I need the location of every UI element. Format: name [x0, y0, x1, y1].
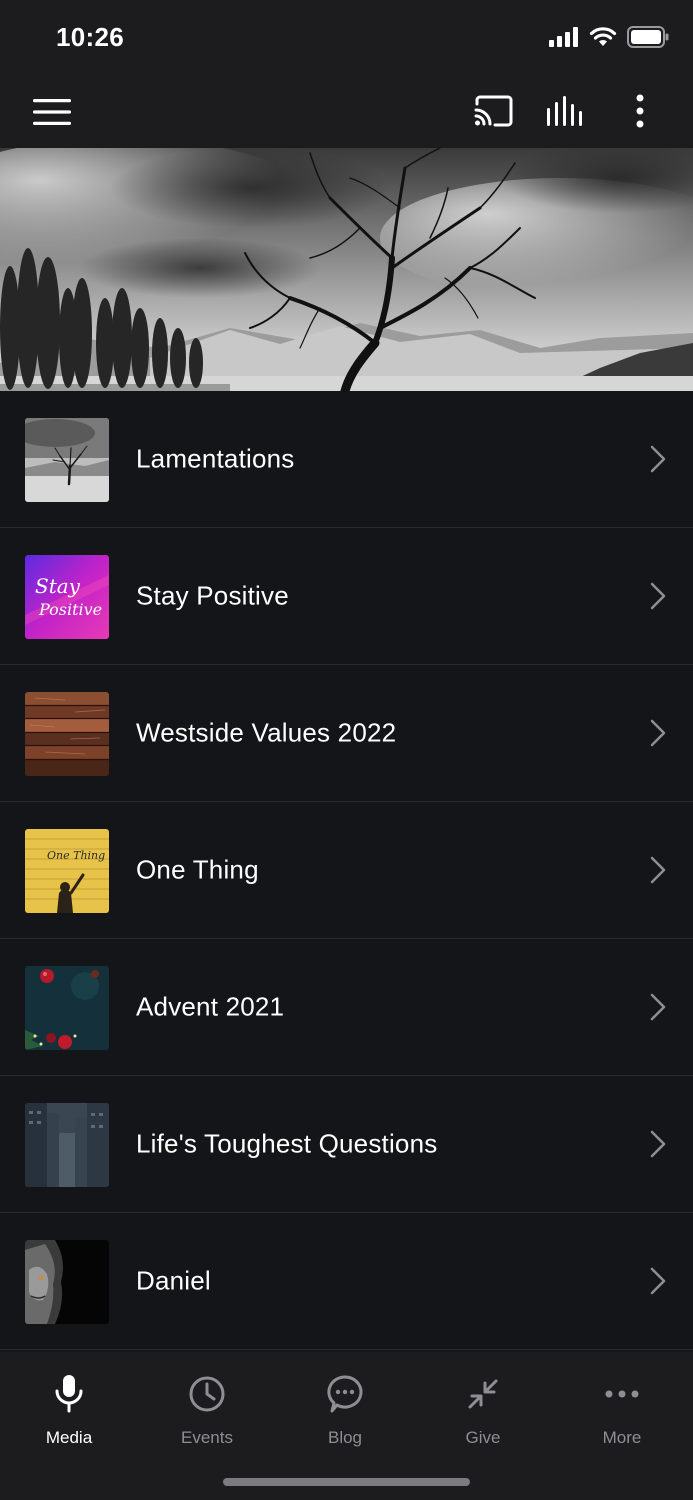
status-indicators: [549, 26, 669, 48]
one-thing-thumbnail-image: One Thing: [25, 829, 109, 913]
series-thumbnail: [25, 1240, 109, 1324]
thumb-text-one-thing: One Thing: [47, 849, 105, 862]
lone-tree-thumbnail-image: [25, 418, 109, 502]
tab-more[interactable]: More: [553, 1374, 691, 1448]
status-bar: 10:26: [0, 0, 693, 74]
series-title: Advent 2021: [136, 991, 285, 1022]
clock-icon: [187, 1374, 227, 1414]
series-item-stay-positive[interactable]: Stay Positive Stay Positive: [0, 528, 693, 665]
more-options-button[interactable]: [618, 90, 662, 132]
chevron-right-icon: [650, 445, 666, 473]
tab-events[interactable]: Events: [138, 1374, 276, 1448]
series-thumbnail: Stay Positive: [25, 555, 109, 639]
series-title: One Thing: [136, 854, 259, 885]
top-nav-bar: [0, 74, 693, 148]
series-title: Westside Values 2022: [136, 717, 397, 748]
menu-button[interactable]: [30, 92, 74, 132]
battery-icon: [627, 26, 669, 48]
tab-label: Events: [181, 1428, 233, 1447]
series-title: Stay Positive: [136, 580, 289, 611]
series-thumbnail: [25, 966, 109, 1050]
series-thumbnail: One Thing: [25, 829, 109, 913]
tab-label: Media: [45, 1428, 93, 1447]
hamburger-menu-icon: [33, 99, 71, 125]
series-thumbnail: [25, 1103, 109, 1187]
audio-button[interactable]: [544, 90, 588, 132]
series-item-lifes-toughest-questions[interactable]: Life's Toughest Questions: [0, 1076, 693, 1213]
chat-bubble-icon: [325, 1374, 365, 1414]
microphone-icon: [49, 1374, 89, 1414]
chevron-right-icon: [650, 719, 666, 747]
series-item-advent-2021[interactable]: Advent 2021: [0, 939, 693, 1076]
series-title: Lamentations: [136, 443, 295, 474]
series-thumbnail: [25, 418, 109, 502]
wifi-icon: [589, 27, 617, 46]
thumb-text-stay: Stay: [35, 574, 81, 598]
cast-button[interactable]: [471, 90, 515, 132]
series-item-daniel[interactable]: Daniel: [0, 1213, 693, 1350]
vertical-ellipsis-icon: [636, 94, 644, 128]
compress-arrows-icon: [463, 1374, 503, 1414]
chevron-right-icon: [650, 1267, 666, 1295]
app-screen: 10:26 Lamentations Stay Positive Stay Po…: [0, 0, 693, 1500]
tab-label: More: [602, 1428, 642, 1447]
lion-thumbnail-image: [25, 1240, 109, 1324]
series-item-one-thing[interactable]: One Thing One Thing: [0, 802, 693, 939]
tab-label: Blog: [327, 1428, 363, 1447]
cast-icon: [474, 95, 513, 127]
series-title: Daniel: [136, 1265, 211, 1296]
lone-tree-landscape-image: [0, 148, 693, 391]
tab-blog[interactable]: Blog: [276, 1374, 414, 1448]
tab-media[interactable]: Media: [0, 1374, 138, 1448]
advent-thumbnail-image: [25, 966, 109, 1050]
audio-bars-icon: [547, 96, 582, 126]
series-item-lamentations[interactable]: Lamentations: [0, 391, 693, 528]
series-list: Lamentations Stay Positive Stay Positive…: [0, 391, 693, 1350]
chevron-right-icon: [650, 1130, 666, 1158]
series-item-westside-values-2022[interactable]: Westside Values 2022: [0, 665, 693, 802]
chevron-right-icon: [650, 993, 666, 1021]
tab-label: Give: [465, 1428, 501, 1447]
wood-planks-thumbnail-image: [25, 692, 109, 776]
home-indicator[interactable]: [223, 1478, 470, 1486]
thumb-text-positive: Positive: [38, 600, 102, 619]
horizontal-ellipsis-icon: [602, 1374, 642, 1414]
cellular-signal-icon: [549, 27, 578, 47]
hero-banner-image: [0, 148, 693, 391]
city-street-thumbnail-image: [25, 1103, 109, 1187]
chevron-right-icon: [650, 856, 666, 884]
tab-give[interactable]: Give: [414, 1374, 552, 1448]
series-thumbnail: [25, 692, 109, 776]
series-title: Life's Toughest Questions: [136, 1128, 438, 1159]
stay-positive-thumbnail-image: Stay Positive: [25, 555, 109, 639]
status-time: 10:26: [56, 22, 124, 52]
chevron-right-icon: [650, 582, 666, 610]
